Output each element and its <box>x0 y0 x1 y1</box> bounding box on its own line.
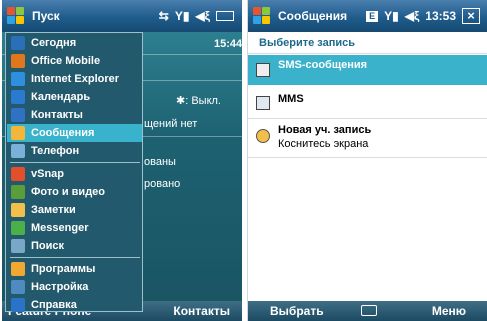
menu-item-label: Internet Explorer <box>31 73 120 85</box>
help-icon <box>11 298 25 312</box>
menu-item-label: Программы <box>31 263 96 275</box>
menu-item-label: Справка <box>31 299 77 311</box>
menu-item-label: Сегодня <box>31 37 77 49</box>
title-bar: Сообщения E Y▮ ◀ξ 13:53 × <box>248 0 487 32</box>
messenger-icon <box>11 221 25 235</box>
messages-summary[interactable]: щений нет <box>144 118 197 130</box>
menu-item-label: vSnap <box>31 168 65 180</box>
programs-icon <box>11 262 25 276</box>
softkey-bar: Выбрать Меню <box>248 301 487 321</box>
menu-separator <box>10 257 140 258</box>
menu-item-label: Office Mobile <box>31 55 101 67</box>
menu-item[interactable]: Справка <box>7 296 142 314</box>
list-item-sms[interactable]: SMS-сообщения <box>248 55 487 85</box>
list-item-mms[interactable]: MMS <box>248 87 487 119</box>
page-header: Выберите запись <box>248 32 487 54</box>
phone-icon <box>11 144 25 158</box>
menu-item[interactable]: Настройка <box>7 278 142 296</box>
app-title: Пуск <box>32 9 60 23</box>
notes-icon <box>11 203 25 217</box>
signal-icon[interactable]: Y▮ <box>384 9 399 23</box>
menu-item[interactable]: Контакты <box>7 106 142 124</box>
menu-item-label: Контакты <box>31 109 83 121</box>
menu-item-label: Телефон <box>31 145 80 157</box>
volume-icon[interactable]: ◀ξ <box>195 9 210 23</box>
menu-item[interactable]: Сообщения <box>7 124 142 142</box>
volume-icon[interactable]: ◀ξ <box>405 9 420 23</box>
messages-icon <box>11 126 25 140</box>
start-menu-screen: Пуск ⇆ Y▮ ◀ξ 15:44 ✱: Выкл. щений нет ов… <box>2 0 242 321</box>
menu-item-label: Фото и видео <box>31 186 106 198</box>
list-item-sublabel: Коснитесь экрана <box>278 138 369 150</box>
contacts-icon <box>11 108 25 122</box>
menu-item-label: Поиск <box>31 240 65 252</box>
app-title: Сообщения <box>278 9 348 23</box>
new-account-icon <box>256 129 270 143</box>
menu-separator <box>10 162 140 163</box>
windows-start-icon[interactable] <box>7 7 25 25</box>
sms-icon <box>256 63 270 77</box>
menu-item[interactable]: Программы <box>7 260 142 278</box>
list-item-label: Новая уч. запись <box>278 124 372 136</box>
today-item-partial-2: ровано <box>144 178 181 190</box>
clock[interactable]: 13:53 <box>425 9 456 23</box>
bluetooth-icon: ✱ <box>176 95 186 107</box>
today-item-partial: ованы <box>144 156 176 168</box>
menu-item[interactable]: Поиск <box>7 237 142 255</box>
menu-item[interactable]: Office Mobile <box>7 52 142 70</box>
clock: 15:44 <box>214 38 242 50</box>
menu-item[interactable]: Календарь <box>7 88 142 106</box>
title-bar: Пуск ⇆ Y▮ ◀ξ <box>2 0 242 32</box>
softkey-menu[interactable]: Меню <box>432 304 466 318</box>
messaging-screen: Сообщения E Y▮ ◀ξ 13:53 × Выберите запис… <box>247 0 487 321</box>
ie-icon <box>11 72 25 86</box>
search-icon <box>11 239 25 253</box>
menu-item-label: Заметки <box>31 204 76 216</box>
menu-item[interactable]: Заметки <box>7 201 142 219</box>
email-icon[interactable]: E <box>366 10 379 22</box>
photo-icon <box>11 185 25 199</box>
start-menu: Сегодня Office Mobile Internet Explorer Кал… <box>5 32 143 312</box>
menu-item[interactable]: Internet Explorer <box>7 70 142 88</box>
keyboard-icon[interactable] <box>361 305 377 316</box>
close-icon[interactable]: × <box>462 8 480 24</box>
menu-item-label: Календарь <box>31 91 91 103</box>
softkey-select[interactable]: Выбрать <box>270 304 324 318</box>
mms-icon <box>256 96 270 110</box>
menu-item[interactable]: Messenger <box>7 219 142 237</box>
network-icon[interactable]: ⇆ <box>159 9 169 23</box>
today-icon <box>11 36 25 50</box>
office-icon <box>11 54 25 68</box>
menu-item[interactable]: vSnap <box>7 165 142 183</box>
list-item-new-account[interactable]: Новая уч. запись Коснитесь экрана <box>248 120 487 158</box>
menu-item[interactable]: Фото и видео <box>7 183 142 201</box>
windows-start-icon[interactable] <box>253 7 271 25</box>
menu-item[interactable]: Телефон <box>7 142 142 160</box>
list-item-label: MMS <box>278 93 304 105</box>
settings-icon <box>11 280 25 294</box>
vsnap-icon <box>11 167 25 181</box>
menu-item-label: Сообщения <box>31 127 95 139</box>
softkey-contacts[interactable]: Контакты <box>173 304 230 318</box>
menu-item[interactable]: Сегодня <box>7 34 142 52</box>
menu-item-label: Настройка <box>31 281 89 293</box>
calendar-icon <box>11 90 25 104</box>
signal-icon[interactable]: Y▮ <box>175 9 190 23</box>
list-item-label: SMS-сообщения <box>278 59 368 71</box>
menu-item-label: Messenger <box>31 222 89 234</box>
battery-icon[interactable] <box>216 11 234 21</box>
bluetooth-status[interactable]: ✱: Выкл. <box>176 94 221 107</box>
